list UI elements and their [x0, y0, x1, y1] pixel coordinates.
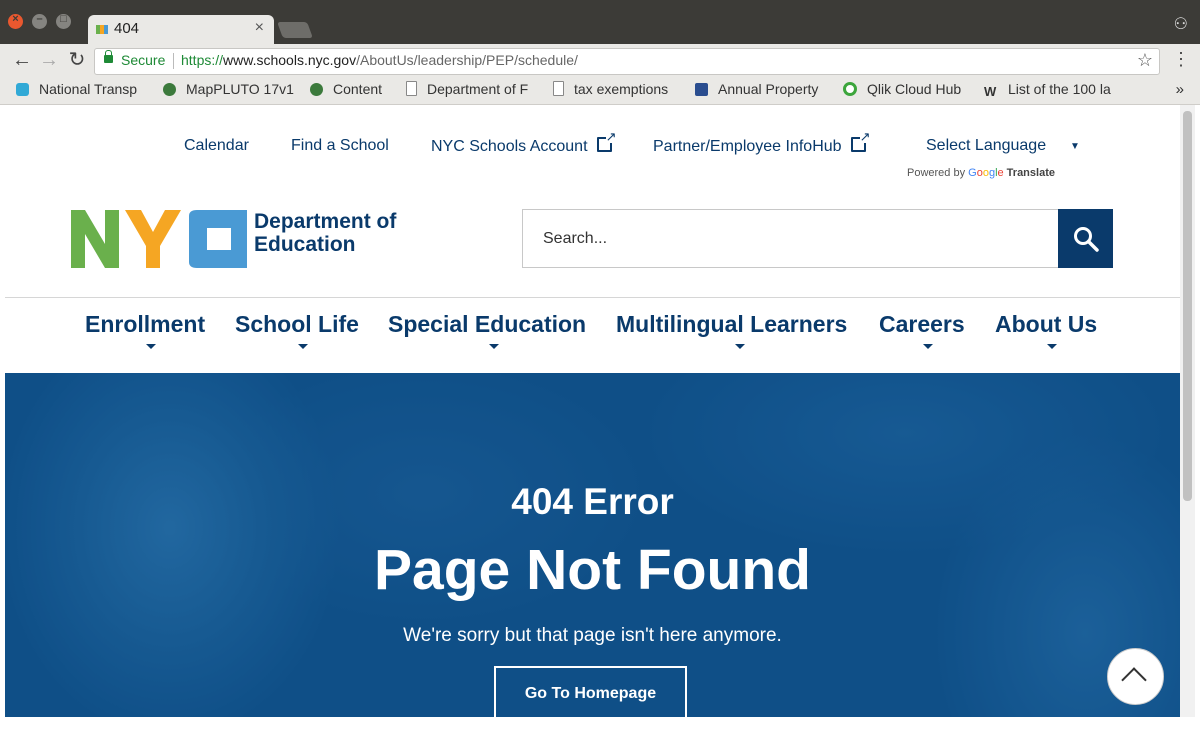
bookmarks-more-icon[interactable]: »: [1176, 81, 1184, 98]
bookmark-item[interactable]: Annual Property: [695, 81, 830, 97]
window-close-button[interactable]: ×: [8, 13, 23, 29]
search-input[interactable]: [523, 210, 1063, 267]
bookmark-item[interactable]: Qlik Cloud Hub: [843, 81, 973, 97]
nav-enrollment[interactable]: Enrollment: [85, 311, 205, 338]
nyc-logo-icon: [71, 210, 247, 268]
browser-tab[interactable]: 404 ×: [88, 15, 274, 44]
bookmark-item[interactable]: National Transp: [16, 81, 148, 97]
maximize-icon: □: [60, 13, 67, 25]
bookmark-item[interactable]: tax exemptions: [553, 81, 685, 97]
nav-school-life[interactable]: School Life: [235, 311, 359, 338]
nav-special-education[interactable]: Special Education: [388, 311, 586, 338]
calendar-link[interactable]: Calendar: [184, 137, 249, 155]
external-link-icon: [596, 130, 617, 152]
nav-multilingual-learners[interactable]: Multilingual Learners: [616, 311, 847, 338]
browser-toolbar: ← → ↻ Secure https://www.schools.nyc.gov…: [0, 44, 1200, 77]
address-bar[interactable]: Secure https://www.schools.nyc.gov/About…: [94, 48, 1160, 75]
scrollbar-thumb[interactable]: [1183, 111, 1192, 501]
chevron-down-icon: [1047, 344, 1057, 349]
google-translate-credit: Powered by Google Translate: [907, 167, 1055, 179]
bookmark-item[interactable]: Content: [310, 81, 395, 97]
error-message: We're sorry but that page isn't here any…: [403, 625, 782, 646]
window-maximize-button[interactable]: □: [56, 13, 71, 29]
page-icon: [406, 81, 417, 96]
globe-icon: [310, 83, 323, 96]
window-bottom-edge: [0, 717, 1200, 731]
error-title: Page Not Found: [374, 538, 811, 602]
minimize-icon: –: [36, 13, 43, 25]
url-divider: [173, 53, 174, 69]
error-hero: 404 Error Page Not Found We're sorry but…: [5, 373, 1180, 717]
url-host: www.schools.nyc.gov: [223, 52, 357, 68]
search-icon: [1074, 227, 1099, 252]
globe-icon: [163, 83, 176, 96]
url-path: /AboutUs/leadership/PEP/schedule/: [356, 52, 578, 68]
bookmarks-bar: National Transp MapPLUTO 17v1 Content De…: [0, 77, 1200, 105]
nyc-logo-icon: [695, 83, 708, 96]
nav-divider: [5, 297, 1180, 298]
url-text[interactable]: https://www.schools.nyc.gov/AboutUs/lead…: [181, 52, 578, 68]
url-scheme: https://: [181, 52, 224, 68]
external-link-icon: [850, 130, 871, 152]
page-icon: [553, 81, 564, 96]
incognito-icon: ⚇: [1173, 16, 1188, 33]
search-box: [522, 209, 1063, 268]
chevron-down-icon: [146, 344, 156, 349]
language-select[interactable]: Select Language: [910, 137, 1080, 155]
bookmark-star-icon[interactable]: ☆: [1137, 50, 1153, 71]
reload-icon[interactable]: ↻: [66, 48, 88, 72]
bookmark-favicon-icon: [16, 83, 29, 96]
favicon-icon: [96, 25, 108, 34]
forward-arrow-icon[interactable]: →: [38, 48, 60, 72]
secure-label: Secure: [121, 52, 166, 68]
new-tab-button[interactable]: [277, 22, 313, 38]
wikipedia-icon: W: [984, 84, 997, 99]
nav-careers[interactable]: Careers: [879, 311, 965, 338]
bookmark-item[interactable]: W List of the 100 la: [984, 81, 1119, 99]
dropdown-arrow-icon: ▼: [1070, 141, 1080, 152]
bookmark-item[interactable]: MapPLUTO 17v1: [163, 81, 298, 97]
scroll-to-top-button[interactable]: [1107, 648, 1164, 705]
chevron-down-icon: [298, 344, 308, 349]
go-to-homepage-button[interactable]: Go To Homepage: [494, 666, 687, 717]
tab-title: 404: [114, 20, 140, 37]
google-logo: Google: [968, 167, 1004, 179]
nav-about-us[interactable]: About Us: [995, 311, 1097, 338]
page-content: Calendar Find a School NYC Schools Accou…: [5, 105, 1180, 717]
doe-logo[interactable]: Department of Education: [71, 208, 411, 270]
find-school-link[interactable]: Find a School: [291, 137, 389, 155]
page-scrollbar[interactable]: [1180, 105, 1195, 717]
bookmark-item[interactable]: Department of F: [406, 81, 540, 97]
close-icon: ×: [12, 13, 19, 25]
logo-text: Department of Education: [254, 210, 397, 256]
back-arrow-icon[interactable]: ←: [11, 48, 33, 72]
chevron-down-icon: [489, 344, 499, 349]
browser-titlebar: × – □ 404 × ⚇: [0, 0, 1200, 44]
chevron-down-icon: [923, 344, 933, 349]
tab-close-icon[interactable]: ×: [255, 19, 264, 37]
lock-icon: [104, 50, 113, 63]
schools-account-link[interactable]: NYC Schools Account: [431, 130, 617, 156]
qlik-icon: [843, 82, 857, 96]
error-code: 404 Error: [511, 481, 674, 522]
infohub-link[interactable]: Partner/Employee InfoHub: [653, 130, 871, 156]
search-button[interactable]: [1058, 209, 1113, 268]
window-minimize-button[interactable]: –: [32, 13, 47, 29]
browser-menu-icon[interactable]: ⋮: [1172, 50, 1190, 68]
chevron-down-icon: [735, 344, 745, 349]
